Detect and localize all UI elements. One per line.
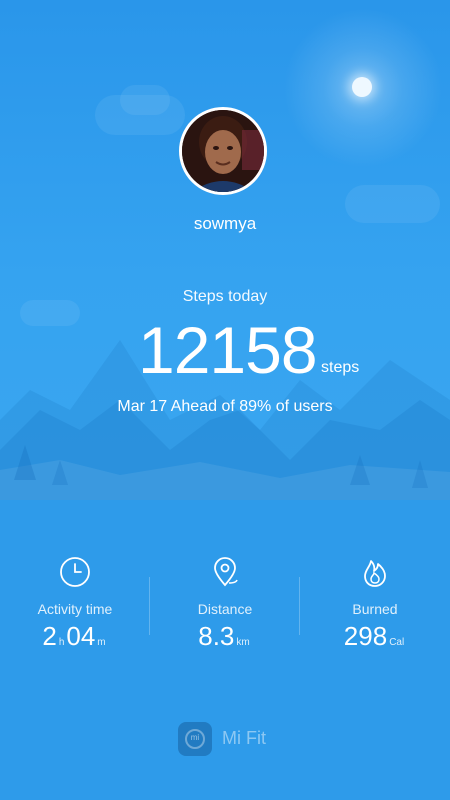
stat-label: Activity time xyxy=(37,601,113,617)
stat-value: 298 Cal xyxy=(343,621,405,651)
mi-logo-icon: mi xyxy=(178,722,212,756)
steps-today-label: Steps today xyxy=(182,288,268,305)
stat-value: 2 h04 m xyxy=(42,621,106,651)
steps-unit: steps xyxy=(321,359,360,376)
steps-value: 12158 xyxy=(138,313,318,387)
avatar[interactable] xyxy=(179,107,267,195)
clock-icon xyxy=(60,557,90,587)
stat-burned[interactable]: Burned 298 Cal xyxy=(300,545,450,665)
location-pin-icon xyxy=(214,557,238,587)
brand-footer: mi Mi Fit xyxy=(178,722,298,758)
flame-icon xyxy=(364,560,386,587)
steps-counter[interactable]: 12158 steps xyxy=(0,312,450,392)
hero-section: sowmya Steps today 12158 steps Mar 17 Ah… xyxy=(0,0,450,500)
stat-distance[interactable]: Distance 8.3 km xyxy=(150,545,300,665)
stat-activity-time[interactable]: Activity time 2 h04 m xyxy=(0,545,150,665)
steps-rank-text: Mar 17 Ahead of 89% of users xyxy=(117,398,333,415)
mountain-landscape xyxy=(0,340,450,500)
stat-label: Distance xyxy=(197,601,253,617)
stat-value: 8.3 km xyxy=(198,621,250,651)
brand-name: Mi Fit xyxy=(222,728,266,748)
username: sowmya xyxy=(193,214,257,233)
stat-label: Burned xyxy=(352,601,398,617)
stats-row: Activity time 2 h04 m Distance 8.3 km Burne… xyxy=(0,545,450,665)
avatar-photo xyxy=(182,110,264,192)
